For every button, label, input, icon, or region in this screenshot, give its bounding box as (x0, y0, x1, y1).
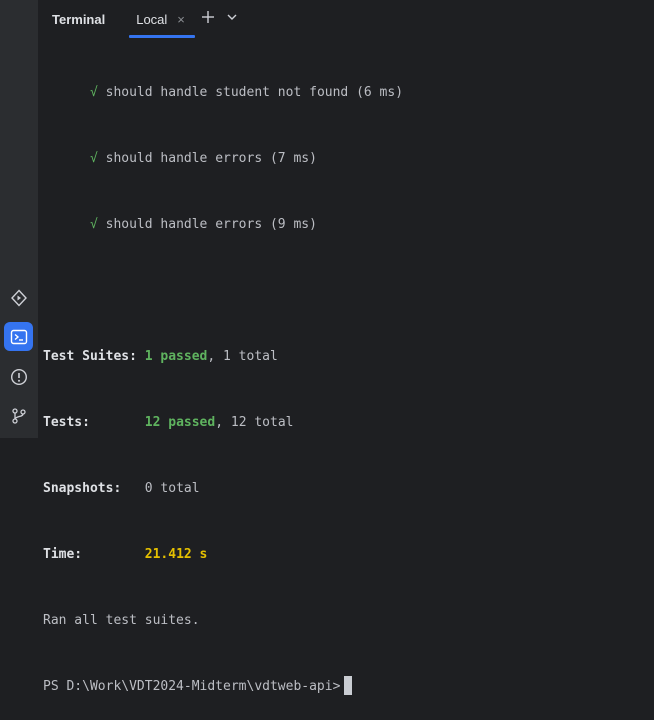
test-name: should handle student not found (6 ms) (105, 85, 404, 100)
check-icon: √ (89, 85, 98, 100)
tests-summary-line: Tests: 12 passed, 12 total (43, 412, 654, 434)
ran-all-line: Ran all test suites. (43, 613, 200, 628)
close-icon[interactable]: × (177, 12, 185, 27)
shell-prompt: PS D:\Work\VDT2024-Midterm\vdtweb-api> (43, 679, 341, 694)
tests-total: , 12 total (215, 415, 294, 430)
snapshots-summary-line: Snapshots: 0 total (43, 478, 654, 500)
tool-window-strip (0, 0, 39, 438)
services-icon (10, 288, 28, 307)
new-tab-button[interactable] (197, 8, 219, 30)
terminal-icon (10, 328, 28, 346)
suites-passed: 1 passed (144, 349, 208, 364)
git-button[interactable] (4, 401, 33, 430)
time-summary-line: Time: 21.412 s (43, 544, 654, 566)
suites-total: , 1 total (207, 349, 278, 364)
check-icon: √ (89, 151, 98, 166)
plus-icon (201, 10, 215, 29)
snapshots-value: 0 total (144, 481, 200, 496)
snapshots-label: Snapshots: (43, 481, 122, 496)
tests-label: Tests: (43, 415, 90, 430)
terminal-header: Terminal Local × (39, 0, 654, 38)
test-name: should handle errors (7 ms) (105, 151, 317, 166)
tool-window-title: Terminal (52, 11, 106, 27)
tests-passed: 12 passed (144, 415, 216, 430)
suites-summary-line: Test Suites: 1 passed, 1 total (43, 346, 654, 368)
test-result-line: √ should handle student not found (6 ms) (43, 82, 654, 104)
time-label: Time: (43, 547, 83, 562)
check-icon: √ (89, 217, 98, 232)
test-name: should handle errors (9 ms) (105, 217, 317, 232)
problems-icon (10, 368, 28, 386)
time-value: 21.412 s (144, 547, 208, 562)
text-cursor (344, 676, 353, 695)
test-result-line: √ should handle errors (9 ms) (43, 214, 654, 236)
prompt-line[interactable]: PS D:\Work\VDT2024-Midterm\vdtweb-api> (43, 676, 654, 698)
tab-local[interactable]: Local × (129, 0, 195, 38)
problems-button[interactable] (4, 362, 33, 391)
test-result-line: √ should handle errors (7 ms) (43, 148, 654, 170)
tab-label: Local (136, 11, 168, 27)
suites-label: Test Suites: (43, 349, 137, 364)
tab-dropdown-button[interactable] (221, 8, 243, 30)
services-button[interactable] (4, 283, 33, 312)
chevron-down-icon (226, 10, 238, 28)
git-icon (10, 407, 28, 425)
terminal-output[interactable]: √ should handle student not found (6 ms)… (39, 38, 654, 695)
terminal-button[interactable] (4, 322, 33, 351)
